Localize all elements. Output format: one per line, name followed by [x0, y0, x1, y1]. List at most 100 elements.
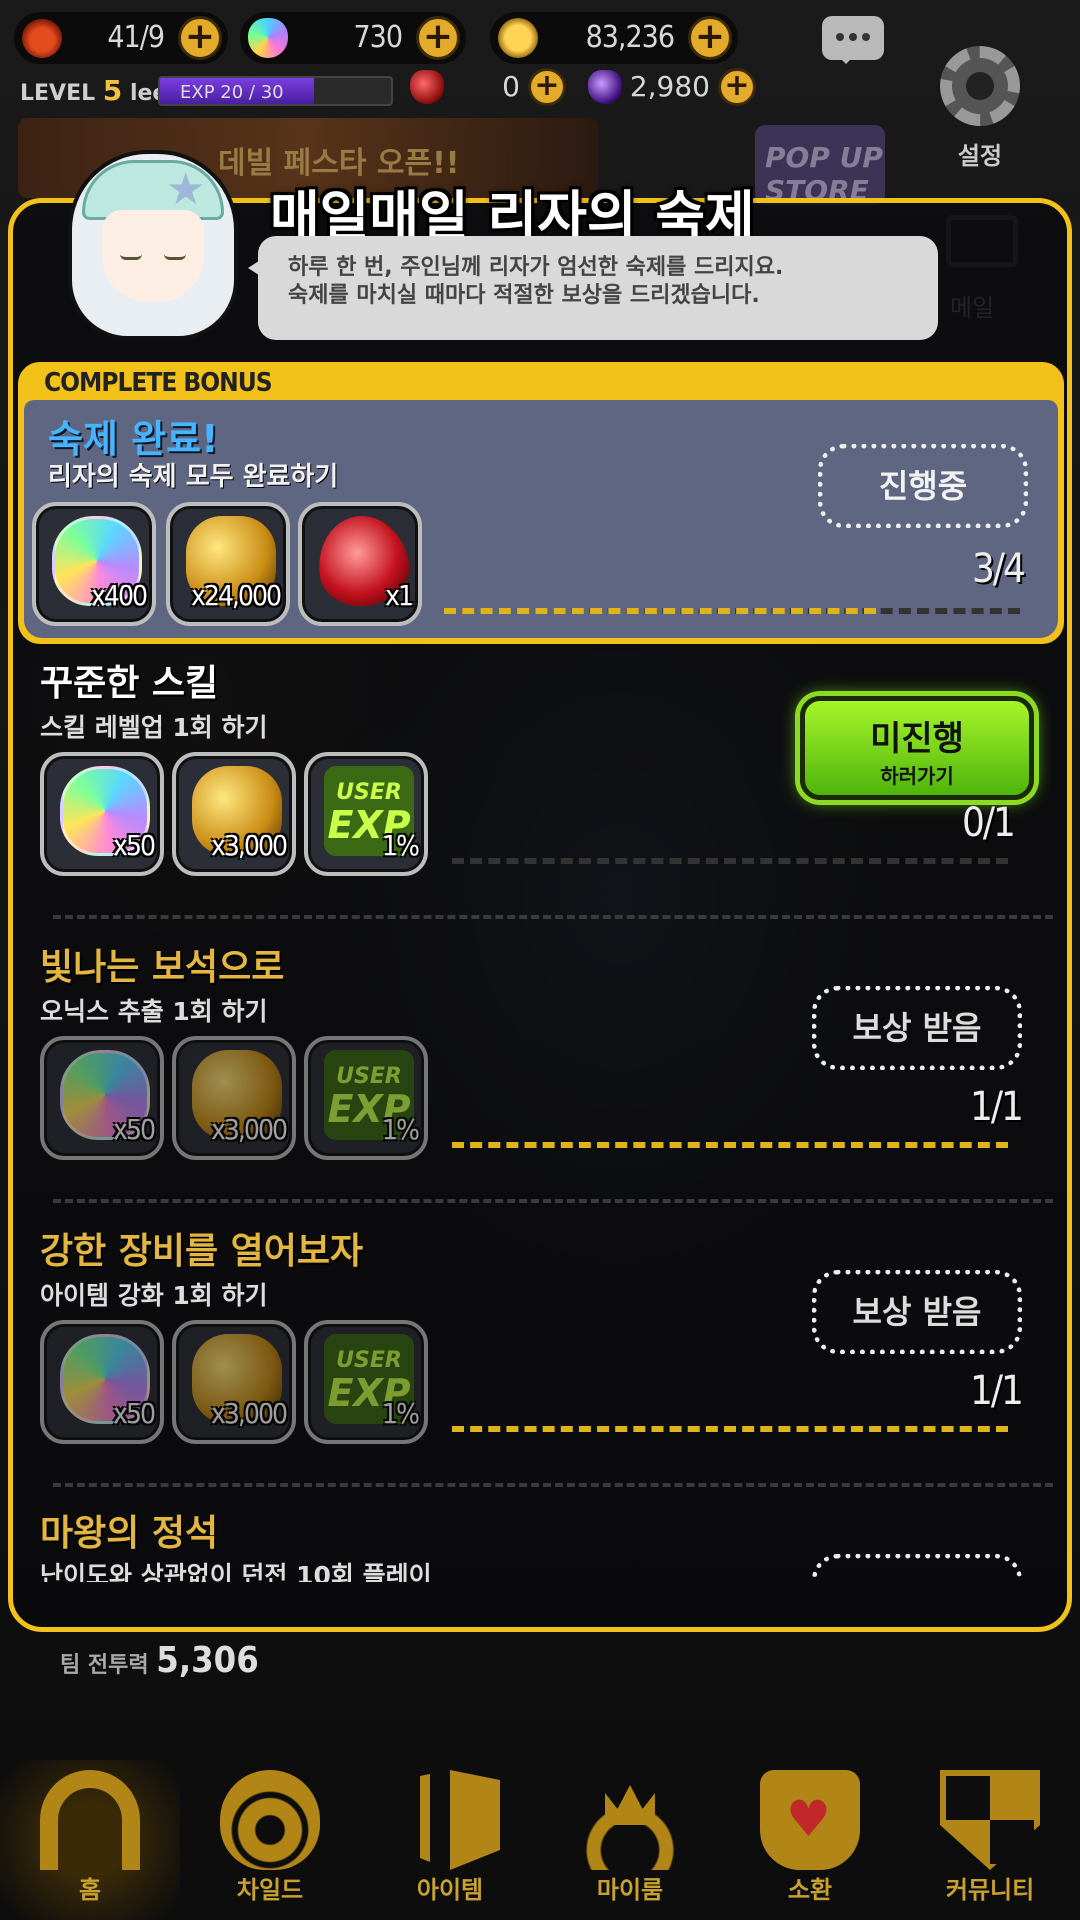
amethyst-counter: 2,980 +: [588, 66, 760, 108]
speech-bubble: 하루 한 번, 주인님께 리자가 엄선한 숙제를 드리지요. 숙제를 마치실 때…: [248, 236, 938, 340]
complete-bonus-label: COMPLETE BONUS: [44, 368, 273, 398]
star-icon: ★: [166, 164, 206, 215]
reward-amount: x24,000: [190, 579, 282, 612]
reward-amount: x50: [113, 1113, 156, 1146]
nav-label: 커뮤니티: [945, 1876, 1035, 1904]
reward-exp: USER EXP 1%: [304, 1320, 428, 1444]
add-hearts-button[interactable]: +: [178, 16, 222, 60]
reward-gold: x3,000: [172, 1036, 296, 1160]
quest-title: 꾸준한 스킬: [40, 663, 219, 704]
child-icon: [220, 1770, 320, 1870]
quest-progress-text: 1/1: [970, 1084, 1024, 1130]
reward-gem: x400: [32, 502, 156, 626]
reward-ruby: x1: [298, 502, 422, 626]
home-icon: [40, 1770, 140, 1870]
chat-icon[interactable]: [822, 16, 884, 64]
settings-button[interactable]: 설정: [930, 36, 1030, 170]
ruby-counter: 0 +: [410, 66, 570, 108]
ruby-icon: [410, 70, 444, 104]
reward-gold: x24,000: [166, 502, 290, 626]
reward-gold: x3,000: [172, 1320, 296, 1444]
go-label: 하러가기: [880, 764, 954, 788]
gems-value: 730: [353, 20, 403, 55]
nav-summon[interactable]: 소환: [720, 1760, 900, 1920]
team-power-value: 5,306: [156, 1640, 259, 1681]
bottom-navigation: 홈 차일드 아이템 마이룸 소환 커뮤니티: [0, 1760, 1080, 1920]
bonus-desc: 리자의 숙제 모두 완료하기: [48, 462, 339, 492]
level-prefix: LEVEL: [20, 81, 96, 106]
quest-title: 빛나는 보석으로: [40, 947, 285, 988]
quest-progress-fill: [452, 1426, 1008, 1432]
quest-desc: 오닉스 추출 1회 하기: [40, 997, 268, 1026]
quest-desc: 스킬 레벨업 1회 하기: [40, 713, 268, 742]
nav-label: 차일드: [236, 1876, 304, 1904]
gold-value: 83,236: [585, 20, 675, 55]
exp-text: EXP 20 / 30: [180, 82, 284, 103]
nav-myroom[interactable]: 마이룸: [540, 1760, 720, 1920]
exp-bar: EXP 20 / 30: [158, 76, 393, 106]
nav-label: 홈: [78, 1876, 102, 1904]
reward-amount: x3,000: [211, 829, 288, 862]
quest-title: 마왕의 정석: [40, 1513, 219, 1554]
hearts-value: 41/9: [107, 20, 165, 55]
add-gems-button[interactable]: +: [416, 16, 460, 60]
reward-gold: x3,000: [172, 752, 296, 876]
reward-amount: x1: [385, 579, 414, 612]
nav-label: 마이룸: [596, 1876, 664, 1904]
gear-icon: [940, 46, 1020, 126]
quest-desc: 난이도와 상관없이 던전 10회 플레이: [40, 1561, 432, 1582]
nav-child[interactable]: 차일드: [180, 1760, 360, 1920]
popup-store-banner[interactable]: POP UP STORE: [755, 125, 885, 207]
reward-amount: x3,000: [211, 1397, 288, 1430]
add-gold-button[interactable]: +: [688, 16, 732, 60]
reward-received-button[interactable]: 보상 받음: [812, 986, 1022, 1070]
reward-gem: x50: [40, 1036, 164, 1160]
reward-received-button[interactable]: 보상 받음: [812, 1270, 1022, 1354]
level-number: 5: [102, 74, 123, 107]
quest-progress-text: 1/1: [970, 1368, 1024, 1414]
nav-home[interactable]: 홈: [0, 1760, 180, 1920]
quest-status-label: 미진행: [870, 719, 964, 759]
reward-exp: USER EXP 1%: [304, 752, 428, 876]
reward-amount: x50: [113, 829, 156, 862]
item-icon: [400, 1770, 500, 1870]
reward-amount: 1%: [382, 1113, 420, 1146]
reward-amount: 1%: [382, 1397, 420, 1430]
quest-desc: 아이템 강화 1회 하기: [40, 1281, 268, 1310]
quest-divider: [53, 1199, 1053, 1203]
bonus-status-button[interactable]: 진행중: [818, 444, 1028, 528]
go-do-quest-button[interactable]: 미진행 하러가기: [800, 696, 1034, 800]
quest-divider: [53, 915, 1053, 919]
amethyst-icon: [588, 70, 622, 104]
reward-gem: x50: [40, 1320, 164, 1444]
bonus-progress-text: 3/4: [972, 546, 1026, 592]
liza-mascot-avatar: ★: [68, 150, 238, 340]
hearts-counter: 41/9 +: [14, 12, 228, 64]
top-status-bar: 41/9 + 730 + 83,236 + LEVEL 5 leeren EXP…: [0, 0, 1080, 170]
quest-progress-text: 0/1: [962, 800, 1016, 846]
summon-icon: [760, 1770, 860, 1870]
reward-amount: x50: [113, 1397, 156, 1430]
speech-line-1: 하루 한 번, 주인님께 리자가 엄선한 숙제를 드리지요.: [288, 255, 784, 280]
add-ruby-button[interactable]: +: [528, 68, 566, 106]
quest-status-button[interactable]: [812, 1554, 1022, 1580]
nav-community[interactable]: 커뮤니티: [900, 1760, 1080, 1920]
quest-divider: [53, 1483, 1053, 1487]
reward-amount: 1%: [382, 829, 420, 862]
nav-item[interactable]: 아이템: [360, 1760, 540, 1920]
settings-label: 설정: [957, 142, 1003, 170]
reward-amount: x3,000: [211, 1113, 288, 1146]
speech-line-2: 숙제를 마치실 때마다 적절한 보상을 드리겠습니다.: [288, 283, 760, 308]
reward-exp: USER EXP 1%: [304, 1036, 428, 1160]
quest-progress-track: [452, 858, 1008, 864]
team-power: 팀 전투력 5,306: [60, 1640, 259, 1681]
team-power-label: 팀 전투력: [60, 1653, 149, 1678]
nav-label: 아이템: [416, 1876, 484, 1904]
myroom-icon: [580, 1770, 680, 1870]
nav-label: 소환: [787, 1876, 833, 1904]
bonus-title: 숙제 완료!: [48, 417, 219, 461]
gem-icon: [248, 18, 288, 58]
amethyst-value: 2,980: [629, 70, 710, 103]
add-amethyst-button[interactable]: +: [718, 68, 756, 106]
bonus-progress-fill: [444, 608, 876, 614]
